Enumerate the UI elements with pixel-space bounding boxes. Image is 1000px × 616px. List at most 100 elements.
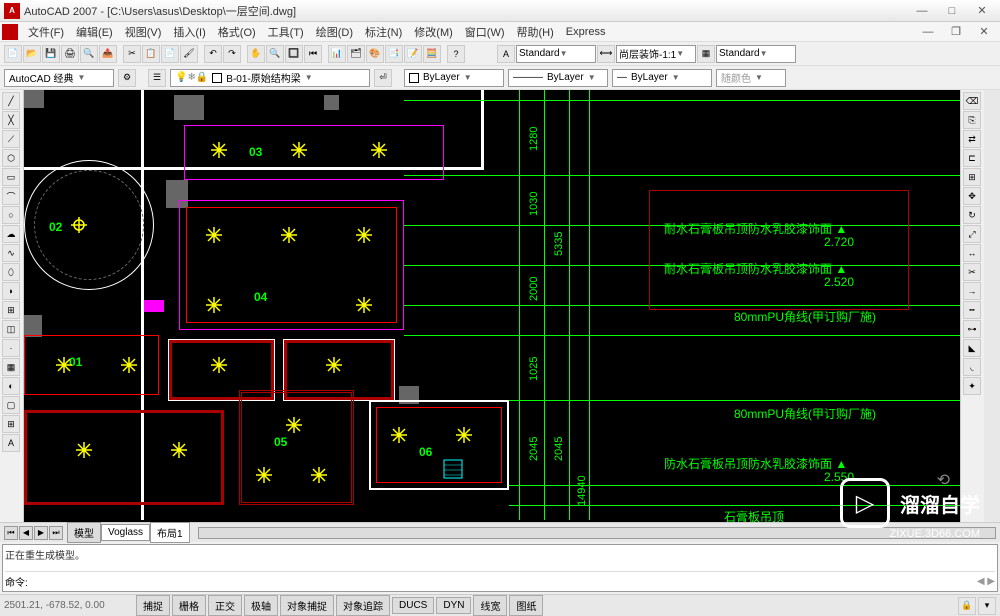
markup-icon[interactable]: 📝 — [404, 45, 422, 63]
break-icon[interactable]: ╍ — [963, 301, 981, 319]
snap-toggle[interactable]: 捕捉 — [136, 595, 170, 616]
layer-prev-icon[interactable]: ⏎ — [374, 69, 392, 87]
chamfer-icon[interactable]: ◣ — [963, 339, 981, 357]
lwt-toggle[interactable]: 线宽 — [473, 595, 507, 616]
textstyle-icon[interactable]: A — [497, 45, 515, 63]
tab-next-icon[interactable]: ▶ — [34, 526, 48, 540]
lineweight-combo[interactable]: —ByLayer▼ — [612, 69, 712, 87]
help-icon[interactable]: ? — [447, 45, 465, 63]
rect-icon[interactable]: ▭ — [2, 168, 20, 186]
table-icon[interactable]: ⊞ — [2, 415, 20, 433]
trim-icon[interactable]: ✂ — [963, 263, 981, 281]
text-style-combo[interactable]: Standard▼ — [516, 45, 596, 63]
menu-edit[interactable]: 编辑(E) — [70, 22, 119, 42]
status-tray-icon[interactable]: ▾ — [978, 597, 996, 615]
menu-modify[interactable]: 修改(M) — [408, 22, 459, 42]
coordinate-display[interactable]: 2501.21, -678.52, 0.00 — [4, 600, 134, 611]
region-icon[interactable]: ▢ — [2, 396, 20, 414]
dimstyle-icon[interactable]: ⟷ — [597, 45, 615, 63]
plotstyle-combo[interactable]: 随颜色▼ — [716, 69, 786, 87]
join-icon[interactable]: ⊶ — [963, 320, 981, 338]
menu-express[interactable]: Express — [560, 24, 612, 40]
tab-model[interactable]: 模型 — [67, 522, 101, 543]
sheet-icon[interactable]: 📑 — [385, 45, 403, 63]
array-icon[interactable]: ⊞ — [963, 168, 981, 186]
dcenter-icon[interactable]: 🗂 — [347, 45, 365, 63]
print-icon[interactable]: 🖨 — [61, 45, 79, 63]
doc-restore[interactable]: ❐ — [942, 23, 970, 41]
point-icon[interactable]: · — [2, 339, 20, 357]
minimize-button[interactable]: — — [908, 2, 936, 20]
menu-tools[interactable]: 工具(T) — [262, 22, 310, 42]
tab-layout1[interactable]: 布局1 — [150, 522, 190, 543]
extend-icon[interactable]: → — [963, 282, 981, 300]
menu-format[interactable]: 格式(O) — [212, 22, 262, 42]
insert-icon[interactable]: ⊞ — [2, 301, 20, 319]
status-lock-icon[interactable]: 🔒 — [958, 597, 976, 615]
pan-icon[interactable]: ✋ — [247, 45, 265, 63]
ortho-toggle[interactable]: 正交 — [208, 595, 242, 616]
layer-mgr-icon[interactable]: ☰ — [148, 69, 166, 87]
menu-file[interactable]: 文件(F) — [22, 22, 70, 42]
tablestyle-icon[interactable]: ▦ — [697, 45, 715, 63]
linetype-combo[interactable]: ———ByLayer▼ — [508, 69, 608, 87]
workspace-combo[interactable]: AutoCAD 经典▼ — [4, 69, 114, 87]
drawing-canvas[interactable]: 02 03 04 01 05 06 — [24, 90, 1000, 522]
ellipsearc-icon[interactable]: ◗ — [2, 282, 20, 300]
arc-icon[interactable]: ⌒ — [2, 187, 20, 205]
grid-toggle[interactable]: 栅格 — [172, 595, 206, 616]
stretch-icon[interactable]: ↔ — [963, 244, 981, 262]
zoom-rt-icon[interactable]: 🔍 — [266, 45, 284, 63]
circle-icon[interactable]: ○ — [2, 206, 20, 224]
color-combo[interactable]: ByLayer▼ — [404, 69, 504, 87]
menu-help[interactable]: 帮助(H) — [511, 22, 560, 42]
doc-minimize[interactable]: — — [914, 23, 942, 41]
ellipse-icon[interactable]: ⬯ — [2, 263, 20, 281]
tab-voglass[interactable]: Voglass — [101, 524, 150, 541]
spline-icon[interactable]: ∿ — [2, 244, 20, 262]
properties-icon[interactable]: 📊 — [328, 45, 346, 63]
polygon-icon[interactable]: ⬡ — [2, 149, 20, 167]
block-icon[interactable]: ◫ — [2, 320, 20, 338]
menu-dimension[interactable]: 标注(N) — [359, 22, 408, 42]
horizontal-scrollbar[interactable] — [198, 527, 996, 539]
table-style-combo[interactable]: Standard▼ — [716, 45, 796, 63]
explode-icon[interactable]: ✦ — [963, 377, 981, 395]
redo-icon[interactable]: ↷ — [223, 45, 241, 63]
match-icon[interactable]: 🖌 — [180, 45, 198, 63]
layer-combo[interactable]: 💡❄🔒B-01-原始结构梁▼ — [170, 69, 370, 87]
revcloud-icon[interactable]: ☁ — [2, 225, 20, 243]
offset-icon[interactable]: ⊏ — [963, 149, 981, 167]
mtext-icon[interactable]: A — [2, 434, 20, 452]
preview-icon[interactable]: 🔍 — [80, 45, 98, 63]
menu-draw[interactable]: 绘图(D) — [310, 22, 359, 42]
cut-icon[interactable]: ✂ — [123, 45, 141, 63]
undo-icon[interactable]: ↶ — [204, 45, 222, 63]
xline-icon[interactable]: ╳ — [2, 111, 20, 129]
dim-style-combo[interactable]: 尚层装饰-1:1▼ — [616, 45, 696, 63]
osnap-toggle[interactable]: 对象捕捉 — [280, 595, 334, 616]
tab-first-icon[interactable]: ⏮ — [4, 526, 18, 540]
tpalette-icon[interactable]: 🎨 — [366, 45, 384, 63]
pline-icon[interactable]: ⟋ — [2, 130, 20, 148]
menu-window[interactable]: 窗口(W) — [459, 22, 511, 42]
copy-obj-icon[interactable]: ⎘ — [963, 111, 981, 129]
menu-insert[interactable]: 插入(I) — [167, 22, 211, 42]
paste-icon[interactable]: 📄 — [161, 45, 179, 63]
command-window[interactable]: 正在重生成模型。 命令: ◀ ▶ — [2, 544, 998, 592]
open-icon[interactable]: 📂 — [23, 45, 41, 63]
paper-toggle[interactable]: 图纸 — [509, 595, 543, 616]
menu-view[interactable]: 视图(V) — [119, 22, 168, 42]
scale-icon[interactable]: ⤢ — [963, 225, 981, 243]
tab-prev-icon[interactable]: ◀ — [19, 526, 33, 540]
maximize-button[interactable]: □ — [938, 2, 966, 20]
mirror-icon[interactable]: ⇄ — [963, 130, 981, 148]
dyn-toggle[interactable]: DYN — [436, 597, 471, 614]
ws-settings-icon[interactable]: ⚙ — [118, 69, 136, 87]
publish-icon[interactable]: 📤 — [99, 45, 117, 63]
hatch-icon[interactable]: ▦ — [2, 358, 20, 376]
vertical-scrollbar[interactable] — [984, 90, 1000, 522]
copy-icon[interactable]: 📋 — [142, 45, 160, 63]
ducs-toggle[interactable]: DUCS — [392, 597, 434, 614]
zoom-win-icon[interactable]: 🔲 — [285, 45, 303, 63]
